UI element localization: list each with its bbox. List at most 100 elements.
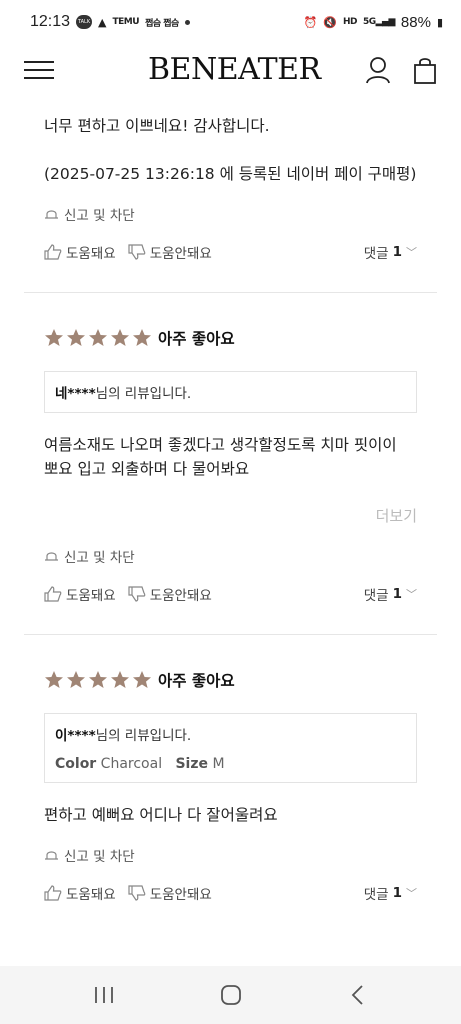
bell-icon	[44, 207, 59, 222]
star-icon	[111, 671, 129, 688]
temu-notification-icon: TEMU	[112, 16, 140, 27]
review-body: 편하고 예뻐요 어디나 다 잘어울려요	[44, 806, 278, 824]
report-label: 신고 및 차단	[64, 849, 135, 865]
unhelpful-button[interactable]: 도움안돼요	[128, 883, 212, 903]
thumbs-down-icon	[128, 885, 146, 901]
warning-icon: ▲	[98, 15, 107, 29]
review-source: (2025-07-25 13:26:18 에 등록된 네이버 페이 구매평)	[44, 165, 417, 183]
star-icon	[45, 671, 63, 688]
author-name: 네****	[55, 386, 96, 402]
report-block-button[interactable]: 신고 및 차단	[44, 204, 417, 224]
more-button[interactable]: 더보기	[44, 505, 417, 526]
star-icon	[133, 329, 151, 346]
battery-icon: ▮	[436, 15, 443, 29]
battery-level: 88%	[400, 13, 431, 31]
thumbs-up-icon	[44, 885, 62, 901]
rating-label: 아주 좋아요	[158, 672, 235, 690]
thumbs-up-icon	[44, 244, 62, 260]
back-button[interactable]	[328, 975, 388, 1015]
status-bar: 12:13 TALK ▲ TEMU 쩝슴 쩝슴 ⏰ 🔇 HD 5G▂▄▆ 88%…	[0, 0, 461, 44]
comments-toggle[interactable]: 댓글 1 ﹀	[364, 242, 417, 262]
helpful-label: 도움돼요	[66, 887, 116, 903]
author-box: 이****님의 리뷰입니다. Color Charcoal Size M	[44, 713, 417, 783]
review-actions: 도움돼요 도움안돼요 댓글 1 ﹀	[44, 242, 417, 262]
helpful-label: 도움돼요	[66, 246, 116, 262]
recent-apps-icon	[94, 987, 113, 1003]
alarm-icon: ⏰	[303, 15, 318, 29]
comments-label: 댓글	[363, 246, 389, 262]
chevron-down-icon: ﹀	[406, 246, 417, 259]
report-label: 신고 및 차단	[64, 550, 135, 566]
review-body: 너무 편하고 이쁘네요! 감사합니다.	[44, 117, 270, 135]
unhelpful-button[interactable]: 도움안돼요	[128, 584, 212, 604]
review-item: 아주 좋아요 이****님의 리뷰입니다. Color Charcoal Siz…	[0, 635, 461, 903]
author-suffix: 님의 리뷰입니다.	[95, 728, 192, 744]
star-rating: 아주 좋아요	[44, 669, 417, 691]
recent-apps-button[interactable]	[74, 975, 134, 1015]
helpful-button[interactable]: 도움돼요	[44, 242, 116, 262]
thumbs-up-icon	[44, 586, 62, 602]
purchase-options: Color Charcoal Size M	[55, 756, 406, 772]
unhelpful-label: 도움안돼요	[149, 246, 212, 262]
bell-icon	[44, 848, 59, 863]
review-item: 너무 편하고 이쁘네요! 감사합니다. (2025-07-25 13:26:18…	[0, 96, 461, 262]
report-block-button[interactable]: 신고 및 차단	[44, 845, 417, 865]
home-icon	[220, 985, 241, 1005]
option-size-value: M	[212, 756, 225, 772]
review-item: 아주 좋아요 네****님의 리뷰입니다. 여름소재도 나오며 좋겠다고 생각할…	[0, 293, 461, 604]
chevron-down-icon: ﹀	[406, 588, 417, 601]
helpful-label: 도움돼요	[66, 588, 116, 604]
mute-icon: 🔇	[323, 15, 337, 29]
comments-toggle[interactable]: 댓글 1 ﹀	[364, 883, 417, 903]
star-icon	[111, 329, 129, 346]
option-color-label: Color	[55, 756, 97, 772]
star-icon	[45, 329, 63, 346]
review-body-line: 뽀요 입고 외출하며 다 물어봐요	[44, 460, 250, 478]
status-time: 12:13	[30, 13, 71, 30]
helpful-button[interactable]: 도움돼요	[44, 883, 116, 903]
comments-count: 1	[392, 244, 402, 260]
menu-icon[interactable]	[24, 61, 54, 79]
volte-icon: HD	[342, 16, 358, 27]
star-icon	[89, 329, 107, 346]
thumbs-down-icon	[128, 586, 146, 602]
star-icon	[67, 329, 85, 346]
thumbs-down-icon	[128, 244, 146, 260]
home-button[interactable]	[201, 975, 261, 1015]
back-icon	[351, 985, 363, 1005]
author-box: 네****님의 리뷰입니다.	[44, 371, 417, 413]
comments-toggle[interactable]: 댓글 1 ﹀	[364, 584, 417, 604]
system-nav-bar	[0, 966, 461, 1024]
review-actions: 도움돼요 도움안돼요 댓글 1 ﹀	[44, 883, 417, 903]
comments-label: 댓글	[363, 887, 389, 903]
star-icon	[67, 671, 85, 688]
star-icon	[89, 671, 107, 688]
unhelpful-button[interactable]: 도움안돼요	[128, 242, 212, 262]
review-list: 너무 편하고 이쁘네요! 감사합니다. (2025-07-25 13:26:18…	[0, 96, 461, 966]
option-color-value: Charcoal	[100, 756, 163, 772]
report-label: 신고 및 차단	[64, 208, 135, 224]
site-header: BENEATER	[0, 44, 461, 96]
comments-count: 1	[392, 586, 402, 602]
comments-count: 1	[392, 885, 402, 901]
author-suffix: 님의 리뷰입니다.	[95, 386, 192, 402]
cart-icon[interactable]	[413, 56, 437, 84]
review-actions: 도움돼요 도움안돼요 댓글 1 ﹀	[44, 584, 417, 604]
helpful-button[interactable]: 도움돼요	[44, 584, 116, 604]
account-icon[interactable]	[365, 56, 391, 84]
unhelpful-label: 도움안돼요	[149, 887, 212, 903]
5g-signal-icon: 5G▂▄▆	[362, 16, 395, 27]
brand-logo[interactable]: BENEATER	[148, 52, 321, 87]
mini-apps-text: 쩝슴 쩝슴	[145, 18, 179, 29]
author-name: 이****	[55, 728, 96, 744]
star-icon	[133, 671, 151, 688]
unhelpful-label: 도움안돼요	[149, 588, 212, 604]
bell-icon	[44, 549, 59, 564]
comments-label: 댓글	[363, 588, 389, 604]
report-block-button[interactable]: 신고 및 차단	[44, 546, 417, 566]
option-size-label: Size	[175, 756, 208, 772]
review-body-line: 여름소재도 나오며 좋겠다고 생각할정도록 치마 핏이이	[44, 436, 397, 454]
more-notifications-icon	[184, 19, 190, 25]
chevron-down-icon: ﹀	[406, 887, 417, 900]
rating-label: 아주 좋아요	[158, 330, 235, 348]
